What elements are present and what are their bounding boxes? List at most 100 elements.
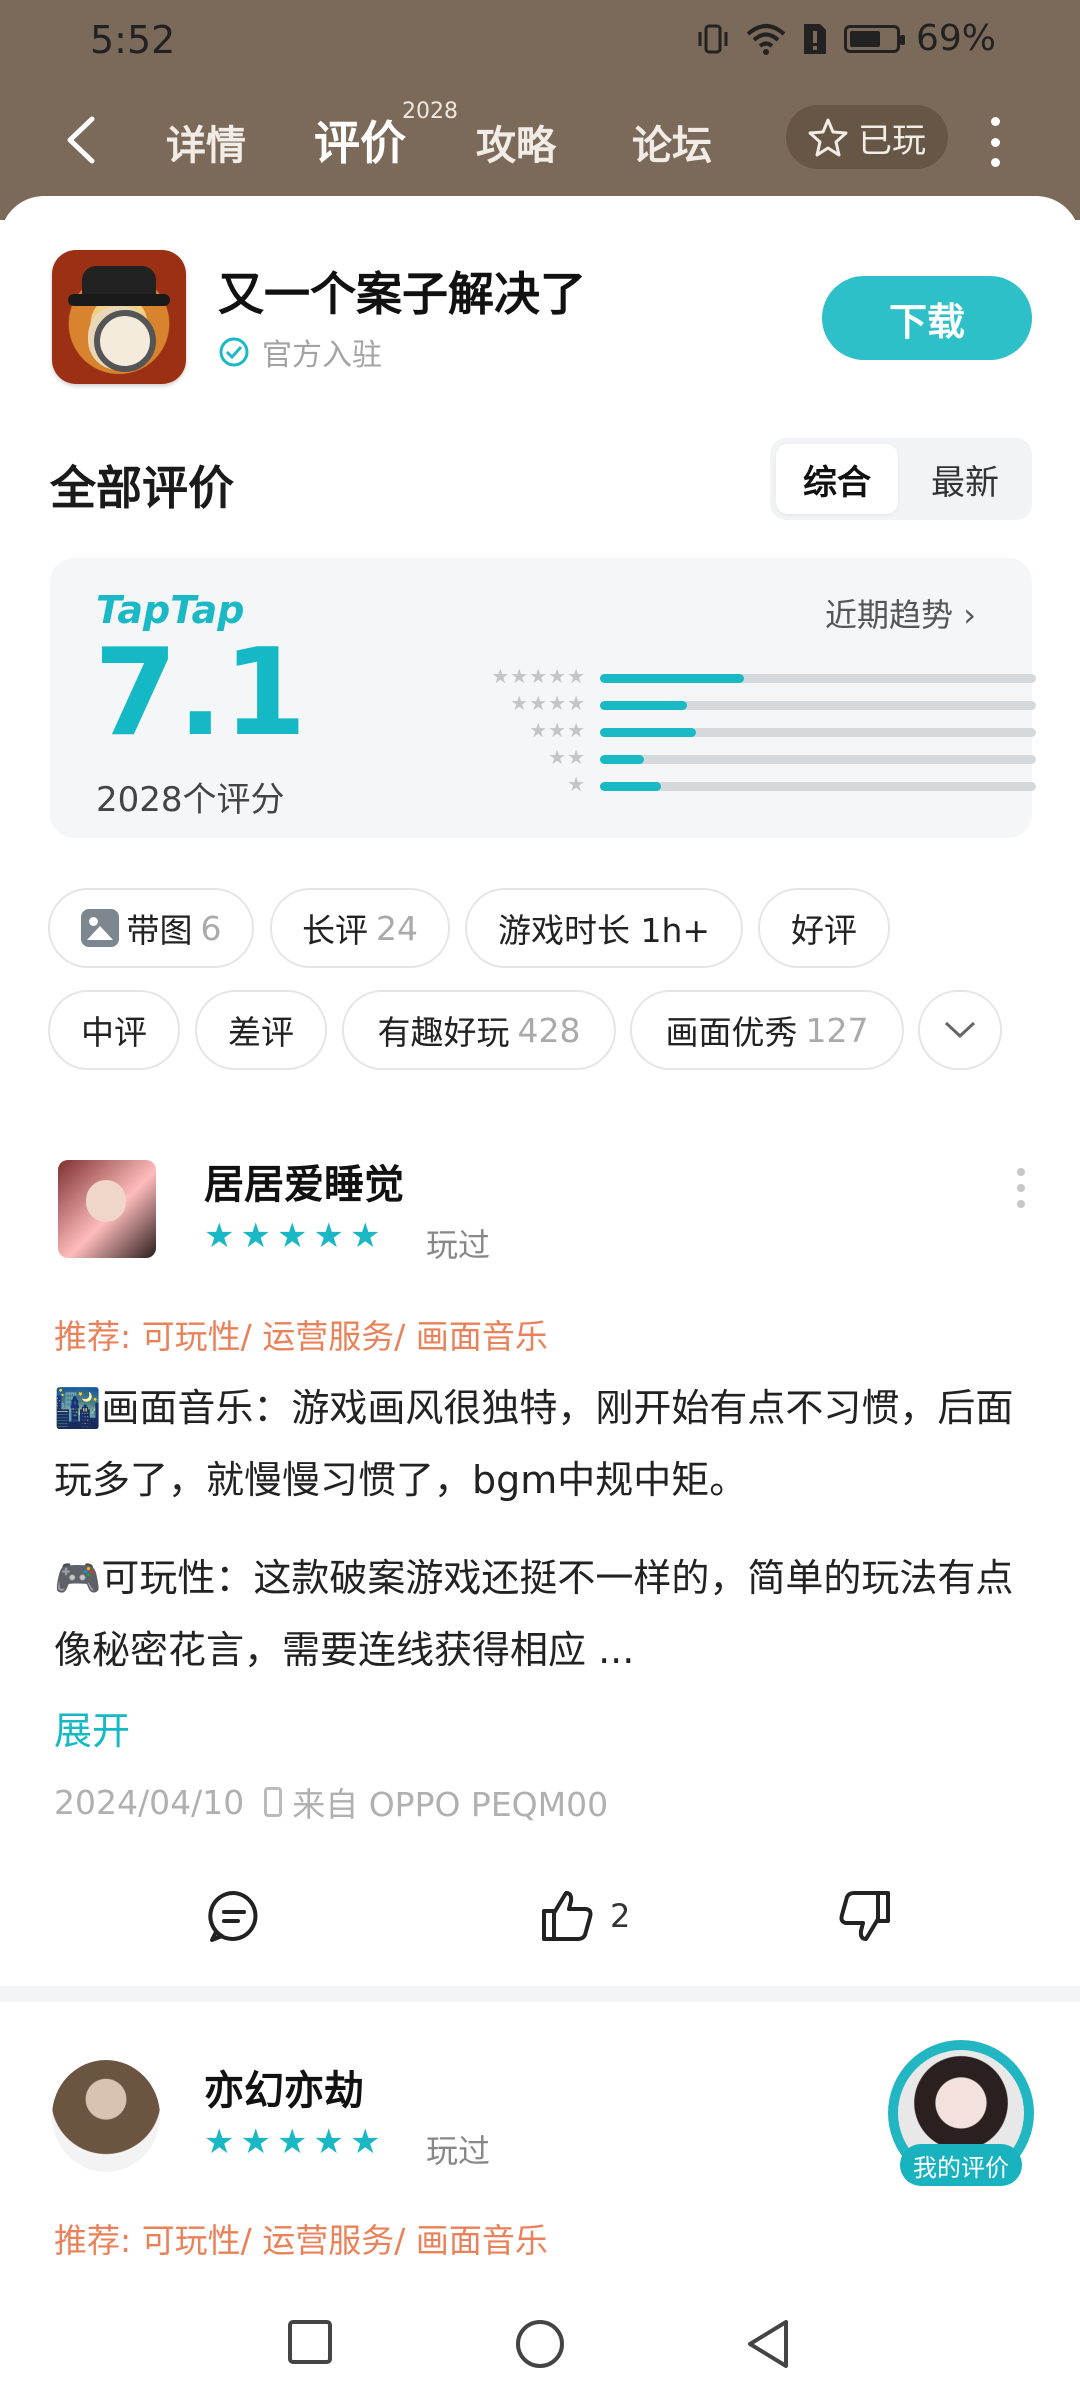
star-level-icons: ★★★★★ xyxy=(491,664,586,688)
star-icon: ★ xyxy=(313,2122,344,2162)
like-count: 2 xyxy=(610,1897,631,1935)
system-nav-bar xyxy=(0,2288,1080,2400)
expand-filters-button[interactable] xyxy=(918,990,1002,1070)
status-icons: 69% xyxy=(696,18,996,59)
filter-count: 127 xyxy=(805,1010,869,1050)
review-paragraph: 🌃画面音乐：游戏画风很独特，刚开始有点不习惯，后面玩多了，就慢慢习惯了，bgm中… xyxy=(54,1386,1014,1502)
rating-bar-3-star: ★★★ xyxy=(406,718,1036,744)
chevron-down-icon xyxy=(944,1021,976,1039)
rating-bar-2-star: ★★ xyxy=(406,745,1036,771)
chevron-right-icon: › xyxy=(963,596,976,634)
filter-label: 画面优秀 xyxy=(665,1013,798,1052)
recommend-tags: 推荐: 可玩性/ 运营服务/ 画面音乐 xyxy=(54,2221,548,2260)
expand-link[interactable]: 展开 xyxy=(54,1700,130,1755)
tab-details[interactable]: 详情 xyxy=(166,113,246,171)
avatar[interactable] xyxy=(58,1160,156,1258)
my-review-button[interactable]: 我的评价 xyxy=(888,2040,1034,2186)
rating-bar-fill xyxy=(600,755,644,764)
rating-bar-track xyxy=(600,701,1036,710)
star-level-icons: ★ xyxy=(567,772,586,796)
tab-reviews[interactable]: 评价 xyxy=(314,107,406,173)
star-level-icons: ★★ xyxy=(548,745,586,769)
dislike-button[interactable] xyxy=(836,1886,894,1946)
tab-forum[interactable]: 论坛 xyxy=(632,113,712,171)
filter-count: 428 xyxy=(517,1010,581,1050)
filter-count: 24 xyxy=(376,908,418,948)
filter-fun[interactable]: 有趣好玩 428 xyxy=(342,990,616,1070)
official-badge: 官方入驻 xyxy=(218,330,382,374)
verified-check-icon xyxy=(219,337,249,367)
rating-bar-track xyxy=(600,728,1036,737)
filter-count: 6 xyxy=(200,908,222,948)
rating-card: TapTap 7.1 2028个评分 近期趋势 › ★★★★★ ★★★★ ★★★ ★★… xyxy=(50,558,1036,838)
official-label: 官方入驻 xyxy=(262,338,382,373)
played-tag: 玩过 xyxy=(426,2132,491,2170)
avatar[interactable] xyxy=(52,2060,160,2172)
filter-label: 游戏时长 1h+ xyxy=(497,911,711,950)
filter-with-images[interactable]: 带图 6 xyxy=(48,888,254,968)
status-bar: 5:52 69% xyxy=(0,0,1080,80)
more-options-icon[interactable] xyxy=(988,117,1002,167)
star-icon: ★ xyxy=(313,1216,344,1256)
recent-trend-label: 近期趋势 xyxy=(825,596,954,634)
rating-bar-track xyxy=(600,782,1036,791)
recent-trend-link[interactable]: 近期趋势 › xyxy=(825,590,976,636)
review-stars: ★ ★ ★ ★ ★ xyxy=(204,2122,380,2162)
filter-label: 好评 xyxy=(791,911,857,950)
review-more-icon[interactable] xyxy=(1016,1168,1026,1208)
app-icon xyxy=(52,250,186,384)
rating-count: 2028个评分 xyxy=(96,780,285,820)
app-title: 又一个案子解决了 xyxy=(218,267,586,321)
sort-comprehensive[interactable]: 综合 xyxy=(776,444,898,514)
recent-apps-icon[interactable] xyxy=(286,2318,334,2366)
star-level-icons: ★★★★ xyxy=(510,691,586,715)
status-time: 5:52 xyxy=(90,18,176,62)
back-arrow-icon[interactable] xyxy=(60,113,104,167)
comment-button[interactable] xyxy=(206,1886,262,1946)
review-meta: 2024/04/10 来自 OPPO PEQM00 xyxy=(54,1778,608,1826)
like-button[interactable]: 2 xyxy=(538,1886,630,1946)
star-icon: ★ xyxy=(276,1216,308,1256)
wifi-icon xyxy=(746,23,786,55)
download-button[interactable]: 下载 xyxy=(822,276,1032,360)
filter-neutral[interactable]: 中评 xyxy=(48,990,180,1070)
battery-percent: 69% xyxy=(915,18,996,59)
star-level-icons: ★★★ xyxy=(529,718,586,742)
review-divider xyxy=(0,1986,1080,2002)
home-icon[interactable] xyxy=(514,2318,566,2370)
sim-alert-icon xyxy=(803,23,826,54)
filter-negative[interactable]: 差评 xyxy=(195,990,327,1070)
back-triangle-icon[interactable] xyxy=(744,2318,792,2370)
played-tag: 玩过 xyxy=(426,1226,491,1264)
rating-bar-1-star: ★ xyxy=(406,772,1036,798)
rating-bar-5-star: ★★★★★ xyxy=(406,664,1036,690)
rating-bar-4-star: ★★★★ xyxy=(406,691,1036,717)
rating-bar-fill xyxy=(600,701,687,710)
filter-playtime[interactable]: 游戏时长 1h+ xyxy=(465,888,743,968)
rating-score: 7.1 xyxy=(94,624,307,763)
top-nav: 详情 评价 2028 攻略 论坛 已玩 xyxy=(0,95,1080,185)
rating-bar-track xyxy=(600,674,1036,683)
rating-bar-fill xyxy=(600,728,696,737)
played-button[interactable]: 已玩 xyxy=(786,105,948,169)
star-icon: ★ xyxy=(204,2122,235,2162)
filter-label: 中评 xyxy=(81,1013,147,1052)
star-icon: ★ xyxy=(276,2122,308,2162)
filter-great-visuals[interactable]: 画面优秀 127 xyxy=(630,990,904,1070)
review-username[interactable]: 亦幻亦劫 xyxy=(204,2058,364,2116)
phone-icon xyxy=(264,1787,283,1817)
tab-guides[interactable]: 攻略 xyxy=(476,113,556,171)
review-username[interactable]: 居居爱睡觉 xyxy=(204,1152,404,1210)
filter-positive[interactable]: 好评 xyxy=(758,888,890,968)
review-paragraph: 🎮可玩性：这款破案游戏还挺不一样的，简单的玩法有点像秘密花言，需要连线获得相应 … xyxy=(54,1556,1014,1672)
review-count-badge: 2028 xyxy=(402,99,458,124)
review-stars: ★ ★ ★ ★ ★ xyxy=(204,1216,380,1256)
rating-bar-track xyxy=(600,755,1036,764)
device-label: 来自 OPPO PEQM00 xyxy=(292,1785,609,1824)
all-reviews-title: 全部评价 xyxy=(50,461,234,515)
sort-latest[interactable]: 最新 xyxy=(904,444,1026,514)
battery-icon xyxy=(843,24,905,53)
filter-long-review[interactable]: 长评 24 xyxy=(270,888,450,968)
star-icon: ★ xyxy=(240,1216,271,1256)
thumbs-up-icon xyxy=(542,1891,593,1941)
